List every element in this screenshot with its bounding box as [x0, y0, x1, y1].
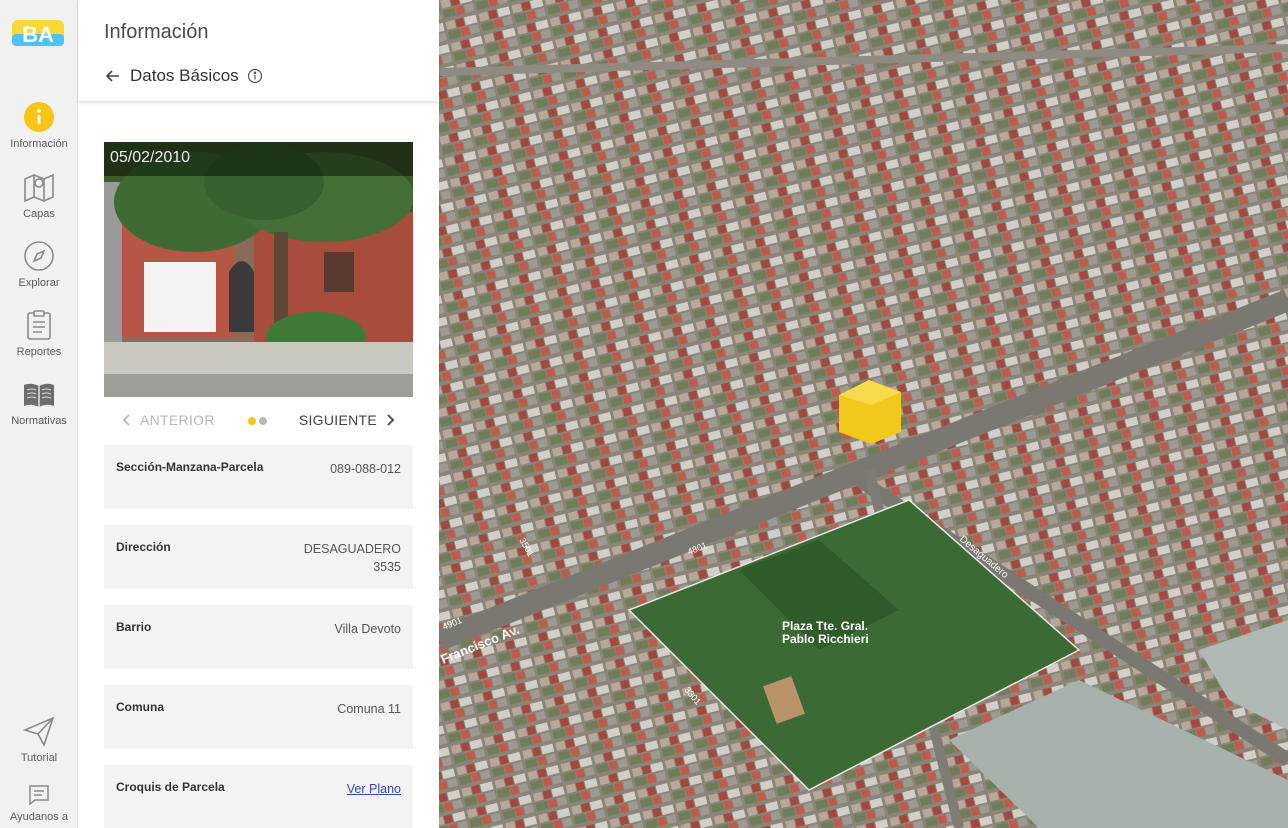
nav-item-normativas[interactable]: Normativas	[0, 377, 78, 427]
field-key: Sección-Manzana-Parcela	[116, 460, 264, 474]
info-icon	[24, 102, 54, 132]
aerial-map[interactable]: Francisco Av. Plaza Tte. Gral. Pablo Ric…	[439, 0, 1288, 828]
field-value: Comuna 11	[337, 702, 401, 716]
parcel-photo: 05/02/2010	[104, 142, 413, 397]
clipboard-icon	[27, 310, 51, 340]
nav-label: Tutorial	[20, 752, 58, 764]
map-label-plaza-2: Pablo Ricchieri	[782, 632, 869, 646]
field-card-croquis: Croquis de Parcela Ver Plano	[104, 765, 413, 828]
nav-label: Información	[10, 138, 68, 150]
next-label: SIGUIENTE	[298, 412, 377, 428]
field-card-barrio: Barrio Villa Devoto	[104, 605, 413, 669]
field-key: Croquis de Parcela	[116, 780, 225, 794]
carousel-dot[interactable]	[259, 417, 267, 425]
info-outline-icon[interactable]	[247, 68, 263, 84]
field-key: Dirección	[116, 540, 171, 554]
chevron-right-icon	[387, 414, 395, 426]
map-label-plaza: Plaza Tte. Gral.	[782, 619, 868, 633]
carousel-dots	[248, 417, 267, 425]
compass-icon	[24, 241, 54, 271]
previous-label: ANTERIOR	[140, 412, 215, 428]
map-layers-icon	[24, 173, 54, 203]
field-value: Ver Plano	[347, 780, 401, 798]
field-value: DESAGUADERO 3535	[304, 540, 401, 576]
nav-label: Explorar	[18, 277, 60, 289]
nav-item-reportes[interactable]: Reportes	[0, 308, 78, 358]
nav-label: Ayudanos a	[10, 811, 68, 823]
nav-label: Capas	[23, 208, 55, 220]
field-card-seccion: Sección-Manzana-Parcela 089-088-012	[104, 445, 413, 509]
field-value: 089-088-012	[330, 462, 401, 476]
nav-item-tutorial[interactable]: Tutorial	[0, 714, 78, 764]
chat-icon	[29, 785, 49, 806]
logo-text: BA	[22, 22, 54, 47]
nav-rail: BA Información Capas Explorar Reportes N…	[0, 0, 78, 828]
nav-item-informacion[interactable]: Información	[0, 100, 78, 150]
nav-item-ayudanos[interactable]: Ayudanos a	[0, 783, 78, 823]
address-number: 3535	[373, 560, 401, 574]
ver-plano-link[interactable]: Ver Plano	[347, 782, 401, 796]
nav-label: Normativas	[11, 415, 67, 427]
ba-logo[interactable]: BA	[10, 16, 66, 50]
breadcrumb: Datos Básicos	[104, 66, 263, 86]
panel-header: Información Datos Básicos	[78, 0, 439, 101]
photo-date: 05/02/2010	[104, 142, 413, 176]
nav-item-explorar[interactable]: Explorar	[0, 239, 78, 289]
panel-title: Información	[104, 21, 209, 43]
arrow-left-icon[interactable]	[104, 67, 122, 85]
next-button[interactable]: SIGUIENTE	[299, 412, 395, 428]
previous-button[interactable]: ANTERIOR	[122, 412, 215, 428]
field-card-comuna: Comuna Comuna 11	[104, 685, 413, 749]
section-title: Datos Básicos	[130, 66, 239, 85]
field-card-direccion: Dirección DESAGUADERO 3535	[104, 525, 413, 589]
map-3d-view[interactable]: Francisco Av. Plaza Tte. Gral. Pablo Ric…	[439, 0, 1288, 828]
nav-item-capas[interactable]: Capas	[0, 170, 78, 220]
field-key: Barrio	[116, 620, 152, 634]
paper-plane-icon	[22, 716, 55, 747]
field-key: Comuna	[116, 700, 164, 714]
info-panel: Información Datos Básicos 05/02/2010 ANT…	[78, 0, 439, 828]
street-photo-image	[104, 142, 413, 397]
field-value: Villa Devoto	[334, 622, 401, 636]
address-street: DESAGUADERO	[303, 542, 401, 556]
book-icon	[24, 383, 54, 407]
chevron-left-icon	[122, 414, 130, 426]
nav-label: Reportes	[16, 346, 62, 358]
carousel-dot-active[interactable]	[248, 417, 256, 425]
photo-carousel-controls: ANTERIOR SIGUIENTE	[104, 404, 413, 436]
